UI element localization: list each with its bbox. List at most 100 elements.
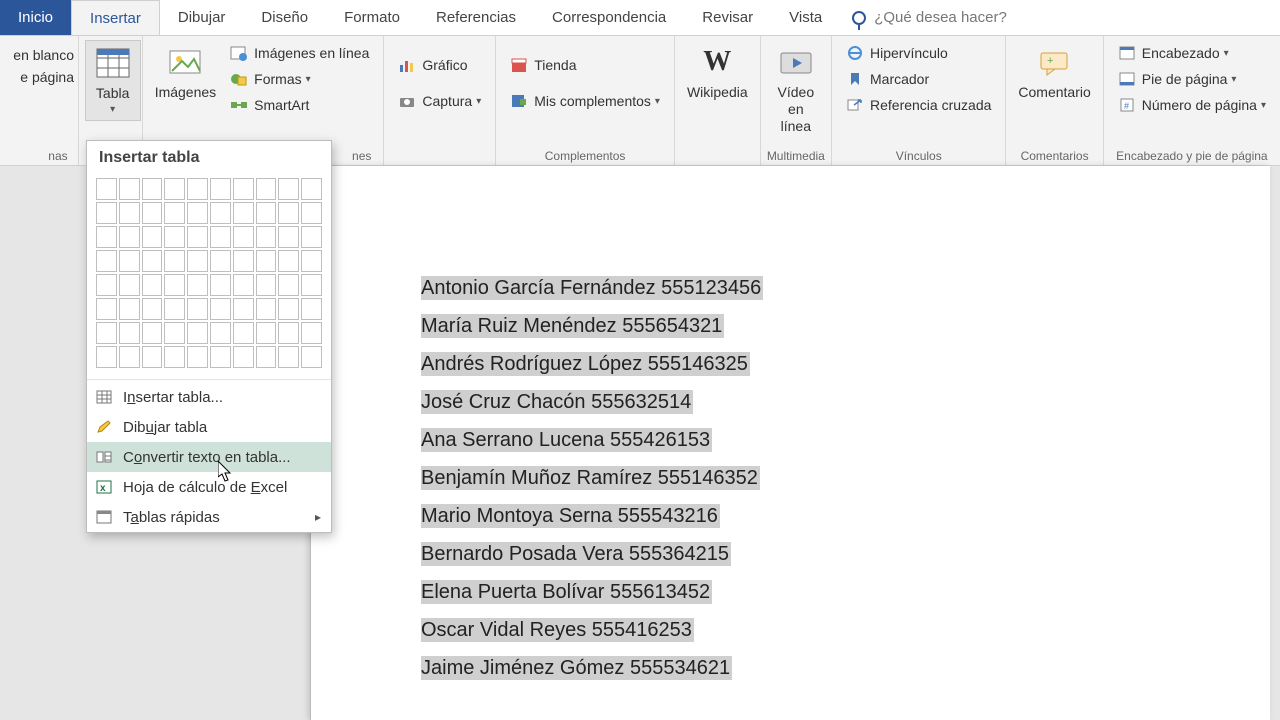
grid-cell[interactable]: [210, 250, 231, 272]
grid-cell[interactable]: [96, 298, 117, 320]
menu-draw-table[interactable]: Dibujar tabla: [87, 412, 331, 442]
grid-cell[interactable]: [164, 226, 185, 248]
grid-cell[interactable]: [187, 178, 208, 200]
grid-cell[interactable]: [210, 226, 231, 248]
tab-inicio[interactable]: Inicio: [0, 0, 71, 35]
table-size-grid[interactable]: [87, 173, 331, 377]
grid-cell[interactable]: [278, 226, 299, 248]
grid-cell[interactable]: [278, 178, 299, 200]
grid-cell[interactable]: [187, 298, 208, 320]
grid-cell[interactable]: [96, 346, 117, 368]
menu-quick-tables[interactable]: Tablas rápidas ▸: [87, 502, 331, 532]
grid-cell[interactable]: [119, 346, 140, 368]
grid-cell[interactable]: [119, 178, 140, 200]
grid-cell[interactable]: [301, 346, 322, 368]
grid-cell[interactable]: [96, 274, 117, 296]
hyperlink-button[interactable]: Hipervínculo: [842, 42, 995, 64]
grid-cell[interactable]: [96, 178, 117, 200]
grid-cell[interactable]: [210, 298, 231, 320]
grid-cell[interactable]: [164, 346, 185, 368]
grid-cell[interactable]: [164, 178, 185, 200]
grid-cell[interactable]: [233, 274, 254, 296]
grid-cell[interactable]: [142, 226, 163, 248]
menu-convert-text-to-table[interactable]: Convertir texto en tabla...: [87, 442, 331, 472]
grid-cell[interactable]: [164, 274, 185, 296]
comment-button[interactable]: + Comentario: [1012, 40, 1096, 105]
grid-cell[interactable]: [233, 346, 254, 368]
grid-cell[interactable]: [256, 322, 277, 344]
grid-cell[interactable]: [301, 226, 322, 248]
pagenumber-button[interactable]: # Número de página▾: [1114, 94, 1270, 116]
grid-cell[interactable]: [187, 346, 208, 368]
grid-cell[interactable]: [256, 178, 277, 200]
grid-cell[interactable]: [96, 322, 117, 344]
crossref-button[interactable]: Referencia cruzada: [842, 94, 995, 116]
grid-cell[interactable]: [119, 298, 140, 320]
screenshot-button[interactable]: Captura▾: [394, 90, 485, 112]
tab-revisar[interactable]: Revisar: [684, 0, 771, 35]
online-video-button[interactable]: Vídeo en línea: [767, 40, 825, 138]
bookmark-button[interactable]: Marcador: [842, 68, 995, 90]
grid-cell[interactable]: [301, 274, 322, 296]
grid-cell[interactable]: [119, 226, 140, 248]
grid-cell[interactable]: [301, 250, 322, 272]
grid-cell[interactable]: [278, 274, 299, 296]
grid-cell[interactable]: [301, 202, 322, 224]
tell-me-search[interactable]: ¿Qué desea hacer?: [840, 0, 1280, 35]
grid-cell[interactable]: [142, 322, 163, 344]
grid-cell[interactable]: [233, 298, 254, 320]
grid-cell[interactable]: [210, 346, 231, 368]
grid-cell[interactable]: [278, 322, 299, 344]
grid-cell[interactable]: [96, 226, 117, 248]
tab-diseno[interactable]: Diseño: [243, 0, 326, 35]
grid-cell[interactable]: [187, 202, 208, 224]
grid-cell[interactable]: [119, 250, 140, 272]
grid-cell[interactable]: [256, 346, 277, 368]
grid-cell[interactable]: [119, 202, 140, 224]
grid-cell[interactable]: [256, 274, 277, 296]
menu-excel-spreadsheet[interactable]: x Hoja de cálculo de Excel: [87, 472, 331, 502]
tab-correspondencia[interactable]: Correspondencia: [534, 0, 684, 35]
tab-formato[interactable]: Formato: [326, 0, 418, 35]
grid-cell[interactable]: [233, 226, 254, 248]
chart-button[interactable]: Gráfico: [394, 54, 485, 76]
document-page[interactable]: Antonio García Fernández 555123456 María…: [310, 166, 1270, 720]
grid-cell[interactable]: [278, 298, 299, 320]
grid-cell[interactable]: [210, 178, 231, 200]
grid-cell[interactable]: [210, 322, 231, 344]
menu-insert-table[interactable]: Insertar tabla...: [87, 382, 331, 412]
grid-cell[interactable]: [187, 322, 208, 344]
selected-text-block[interactable]: Antonio García Fernández 555123456 María…: [421, 278, 763, 696]
footer-button[interactable]: Pie de página▾: [1114, 68, 1270, 90]
store-button[interactable]: Tienda: [506, 54, 664, 76]
grid-cell[interactable]: [119, 322, 140, 344]
grid-cell[interactable]: [142, 250, 163, 272]
grid-cell[interactable]: [301, 178, 322, 200]
tab-referencias[interactable]: Referencias: [418, 0, 534, 35]
grid-cell[interactable]: [164, 250, 185, 272]
grid-cell[interactable]: [164, 322, 185, 344]
grid-cell[interactable]: [278, 202, 299, 224]
table-button[interactable]: Tabla ▾: [85, 40, 141, 121]
grid-cell[interactable]: [142, 346, 163, 368]
grid-cell[interactable]: [142, 274, 163, 296]
grid-cell[interactable]: [278, 346, 299, 368]
online-images-button[interactable]: Imágenes en línea: [226, 42, 373, 64]
grid-cell[interactable]: [96, 250, 117, 272]
grid-cell[interactable]: [142, 178, 163, 200]
grid-cell[interactable]: [119, 274, 140, 296]
grid-cell[interactable]: [256, 298, 277, 320]
grid-cell[interactable]: [278, 250, 299, 272]
grid-cell[interactable]: [233, 250, 254, 272]
grid-cell[interactable]: [96, 202, 117, 224]
grid-cell[interactable]: [187, 250, 208, 272]
shapes-button[interactable]: Formas▾: [226, 68, 373, 90]
smartart-button[interactable]: SmartArt: [226, 94, 373, 116]
grid-cell[interactable]: [233, 202, 254, 224]
grid-cell[interactable]: [187, 274, 208, 296]
grid-cell[interactable]: [301, 322, 322, 344]
grid-cell[interactable]: [164, 298, 185, 320]
grid-cell[interactable]: [164, 202, 185, 224]
grid-cell[interactable]: [187, 226, 208, 248]
tab-insertar[interactable]: Insertar: [71, 0, 160, 35]
